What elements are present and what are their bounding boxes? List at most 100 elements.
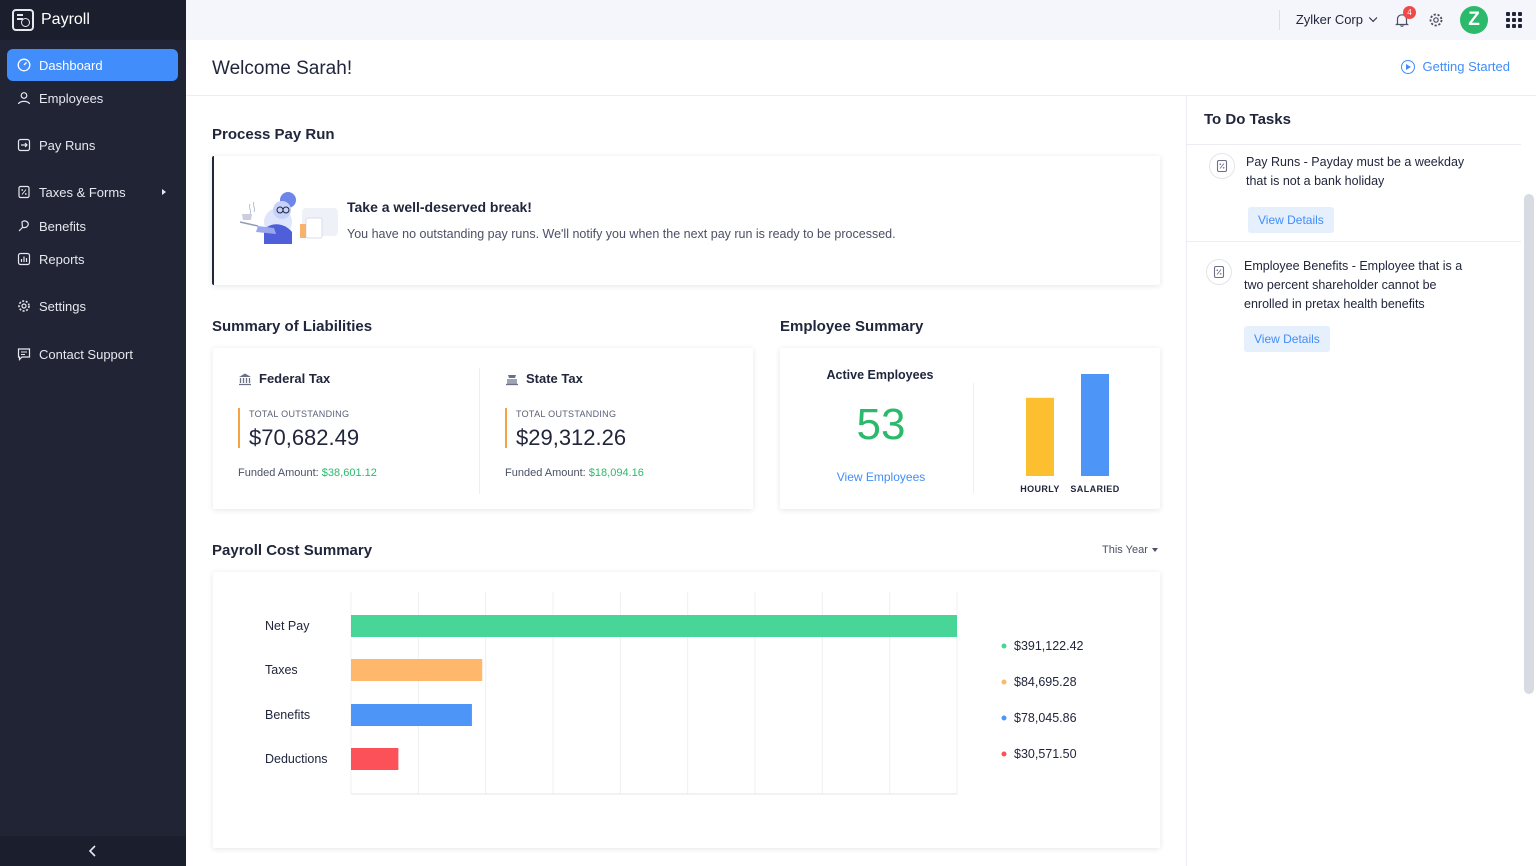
active-employees-count: 53: [856, 400, 906, 449]
state-tax-heading: State Tax: [505, 371, 583, 386]
view-details-button[interactable]: View Details: [1244, 326, 1330, 352]
sidebar-item-employees[interactable]: Employees: [7, 82, 178, 114]
notification-badge: 4: [1403, 6, 1416, 19]
state-tax-panel: State Tax TOTAL OUTSTANDING $29,312.26 F…: [480, 348, 740, 509]
employee-bar-hourly: [1026, 397, 1054, 476]
state-outstanding-amount: $29,312.26: [516, 425, 627, 450]
funded-label: Funded Amount:: [238, 467, 319, 479]
funded-value: $18,094.16: [588, 467, 644, 479]
getting-started-link[interactable]: Getting Started: [1400, 59, 1510, 74]
liabilities-title: Summary of Liabilities: [212, 318, 373, 335]
accent-bar: [505, 408, 507, 448]
category-label: Taxes: [265, 663, 298, 677]
legend-value: $391,122.42: [1014, 639, 1084, 653]
period-label: This Year: [1102, 544, 1148, 556]
benefits-icon: [17, 219, 31, 233]
legend-dot: [1001, 751, 1007, 757]
topbar: Zylker Corp 4 Z: [186, 0, 1536, 40]
sidebar-item-benefits[interactable]: Benefits: [7, 210, 178, 242]
getting-started-label: Getting Started: [1422, 59, 1510, 74]
employee-summary-card: Active Employees 53 View Employees HOURL…: [780, 348, 1160, 509]
sidebar-item-contact-support[interactable]: Contact Support: [7, 338, 178, 370]
view-details-button[interactable]: View Details: [1248, 207, 1334, 233]
employee-summary-title: Employee Summary: [780, 318, 924, 335]
legend-value: $30,571.50: [1014, 747, 1077, 761]
federal-tax-panel: Federal Tax TOTAL OUTSTANDING $70,682.49…: [213, 348, 473, 509]
bank-icon: [239, 373, 251, 385]
federal-outstanding-amount: $70,682.49: [249, 425, 360, 450]
sidebar-item-dashboard[interactable]: Dashboard: [7, 49, 178, 81]
sidebar-item-label: Contact Support: [39, 346, 133, 362]
chat-icon: [17, 347, 31, 361]
percent-doc-icon: [17, 185, 31, 199]
cost-bar-net-pay: [351, 615, 957, 637]
dashboard-icon: [17, 58, 31, 72]
percent-doc-icon: [1206, 259, 1232, 285]
sidebar-item-pay-runs[interactable]: Pay Runs: [7, 129, 178, 161]
brand[interactable]: Payroll: [0, 0, 186, 40]
federal-tax-label: Federal Tax: [259, 371, 331, 386]
process-pay-run-title: Process Pay Run: [212, 126, 335, 143]
percent-doc-icon: [1209, 153, 1235, 179]
view-employees-link[interactable]: View Employees: [780, 470, 982, 484]
settings-button[interactable]: [1426, 10, 1446, 30]
divider: [1279, 10, 1280, 30]
sidebar-item-taxes-forms[interactable]: Taxes & Forms: [7, 176, 178, 208]
collapse-sidebar-button[interactable]: [0, 836, 186, 866]
funded-label: Funded Amount:: [505, 467, 586, 479]
payroll-cost-card: Net Pay Taxes Benefits Deductions $391,122.4…: [213, 572, 1160, 848]
sidebar-item-label: Reports: [39, 251, 85, 267]
category-label: Benefits: [265, 708, 310, 722]
funded-value: $38,601.12: [321, 467, 377, 479]
chevron-left-icon: [88, 845, 96, 857]
employee-bar-label: SALARIED: [1070, 484, 1119, 494]
scrollbar[interactable]: [1524, 194, 1534, 694]
sidebar-item-label: Pay Runs: [39, 137, 96, 153]
sidebar-item-settings[interactable]: Settings: [7, 290, 178, 322]
sidebar-item-label: Benefits: [39, 218, 86, 234]
federal-tax-heading: Federal Tax: [238, 371, 330, 386]
state-funded-amount: Funded Amount: $18,094.16: [505, 467, 644, 479]
avatar[interactable]: Z: [1460, 6, 1488, 34]
page-header: Welcome Sarah! Getting Started: [186, 40, 1536, 96]
reports-icon: [17, 252, 31, 266]
liabilities-card: Federal Tax TOTAL OUTSTANDING $70,682.49…: [213, 348, 753, 509]
cost-bar-taxes: [351, 659, 483, 681]
sidebar-item-label: Dashboard: [39, 57, 103, 73]
period-dropdown[interactable]: This Year: [1102, 544, 1158, 556]
employee-bar-salaried: [1081, 374, 1109, 476]
sidebar-item-label: Employees: [39, 90, 104, 106]
cost-bar-deductions: [351, 748, 399, 770]
todo-title: To Do Tasks: [1204, 111, 1291, 128]
org-switcher[interactable]: Zylker Corp: [1295, 12, 1378, 27]
submenu-caret-icon: [162, 189, 166, 195]
relaxing-person-illustration: [239, 192, 338, 244]
org-name: Zylker Corp: [1295, 12, 1363, 27]
legend-dot: [1001, 679, 1007, 685]
category-label: Deductions: [265, 752, 328, 766]
sidebar-item-label: Taxes & Forms: [39, 184, 126, 200]
legend-dot: [1001, 643, 1007, 649]
sidebar: Payroll Dashboard Employees Pay Runs Tax…: [0, 0, 186, 866]
employee-type-chart: HOURLY SALARIED: [1020, 374, 1119, 494]
federal-funded-amount: Funded Amount: $38,601.12: [238, 467, 377, 479]
legend-dot: [1001, 715, 1007, 721]
federal-outstanding-caption: TOTAL OUTSTANDING: [249, 409, 350, 419]
caret-down-icon: [1151, 548, 1158, 552]
legend-value: $84,695.28: [1014, 675, 1077, 689]
legend-value: $78,045.86: [1014, 711, 1077, 725]
user-icon: [17, 91, 31, 105]
payroll-cost-chart: Net Pay Taxes Benefits Deductions $391,122.4…: [265, 592, 1084, 795]
todo-task-text: Pay Runs - Payday must be a weekday that…: [1246, 155, 1465, 188]
payroll-logo-icon: [12, 9, 34, 31]
sidebar-item-reports[interactable]: Reports: [7, 243, 178, 275]
active-employees-label: Active Employees: [826, 368, 934, 382]
gear-icon: [1429, 13, 1443, 27]
accent-bar: [238, 408, 240, 448]
category-label: Net Pay: [265, 619, 310, 633]
process-pay-run-card: Take a well-deserved break! You have no …: [212, 156, 1160, 285]
payrun-icon: [17, 138, 31, 152]
play-icon: [1400, 59, 1415, 74]
notifications-button[interactable]: 4: [1392, 6, 1416, 30]
app-grid-icon[interactable]: [1506, 12, 1522, 28]
